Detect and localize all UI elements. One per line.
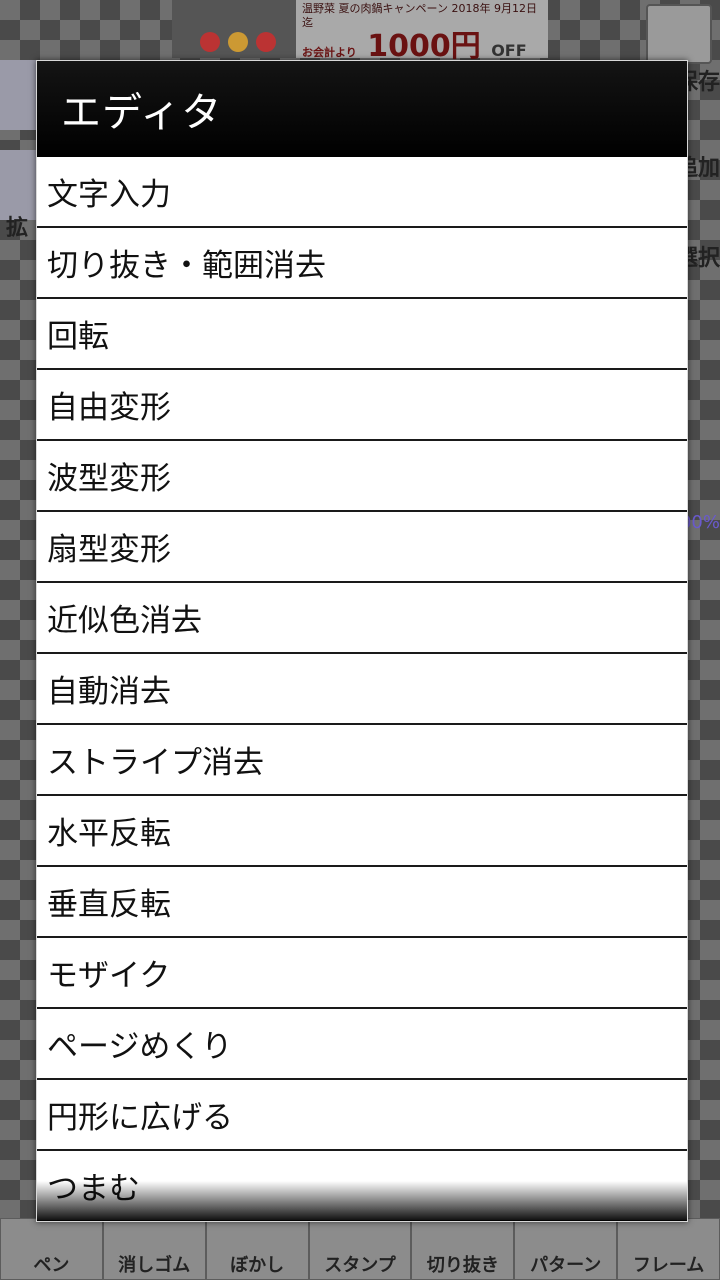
tool-blur[interactable]: ぼかし xyxy=(205,1218,309,1280)
tool-cutout[interactable]: 切り抜き xyxy=(411,1218,515,1280)
editor-dialog: エディタ 文字入力 切り抜き・範囲消去 回転 自由変形 波型変形 扇型変形 近似… xyxy=(36,60,688,1222)
menu-item-auto-erase[interactable]: 自動消去 xyxy=(37,654,687,725)
ad-text: 温野菜 夏の肉鍋キャンペーン 2018年 9月12日迄 お会計より 1000円 … xyxy=(296,0,548,64)
ad-unit: 円 xyxy=(450,29,481,64)
menu-item-similar-color-erase[interactable]: 近似色消去 xyxy=(37,583,687,654)
tool-frame[interactable]: フレーム xyxy=(617,1218,720,1280)
save-icon[interactable] xyxy=(646,4,712,64)
editor-menu-list[interactable]: 文字入力 切り抜き・範囲消去 回転 自由変形 波型変形 扇型変形 近似色消去 自… xyxy=(37,157,687,1221)
menu-item-crop-erase[interactable]: 切り抜き・範囲消去 xyxy=(37,228,687,299)
menu-item-circle-expand[interactable]: 円形に広げる xyxy=(37,1080,687,1151)
menu-item-fan-transform[interactable]: 扇型変形 xyxy=(37,512,687,583)
ad-suffix: OFF xyxy=(491,41,527,60)
bottom-toolbar: ペン 消しゴム ぼかし スタンプ 切り抜き パターン フレーム xyxy=(0,1218,720,1280)
menu-item-flip-vertical[interactable]: 垂直反転 xyxy=(37,867,687,938)
dialog-title: エディタ xyxy=(61,90,223,136)
ad-brand: 温野菜 xyxy=(302,2,335,15)
menu-item-flip-horizontal[interactable]: 水平反転 xyxy=(37,796,687,867)
dialog-header: エディタ xyxy=(37,61,687,157)
ad-banner[interactable]: 温野菜 夏の肉鍋キャンペーン 2018年 9月12日迄 お会計より 1000円 … xyxy=(172,0,548,64)
tool-stamp[interactable]: スタンプ xyxy=(308,1218,412,1280)
ad-campaign: 夏の肉鍋キャンペーン xyxy=(338,2,448,15)
undo-icon[interactable] xyxy=(0,60,36,130)
screen: 温野菜 夏の肉鍋キャンペーン 2018年 9月12日迄 お会計より 1000円 … xyxy=(0,0,720,1280)
menu-item-page-curl[interactable]: ページめくり xyxy=(37,1009,687,1080)
tool-pattern[interactable]: パターン xyxy=(514,1218,618,1280)
menu-item-rotate[interactable]: 回転 xyxy=(37,299,687,370)
ad-photo xyxy=(172,0,296,58)
ad-amount: 1000 xyxy=(367,29,451,64)
tool-pen[interactable]: ペン xyxy=(0,1218,103,1280)
tool-eraser[interactable]: 消しゴム xyxy=(102,1218,206,1280)
menu-item-pinch[interactable]: つまむ xyxy=(37,1151,687,1221)
menu-item-stripe-erase[interactable]: ストライプ消去 xyxy=(37,725,687,796)
ad-prefix: お会計より xyxy=(302,46,357,59)
menu-item-wave-transform[interactable]: 波型変形 xyxy=(37,441,687,512)
menu-item-free-transform[interactable]: 自由変形 xyxy=(37,370,687,441)
menu-item-mosaic[interactable]: モザイク xyxy=(37,938,687,1009)
zoom-label: 拡 xyxy=(6,216,29,241)
menu-item-text-input[interactable]: 文字入力 xyxy=(37,157,687,228)
